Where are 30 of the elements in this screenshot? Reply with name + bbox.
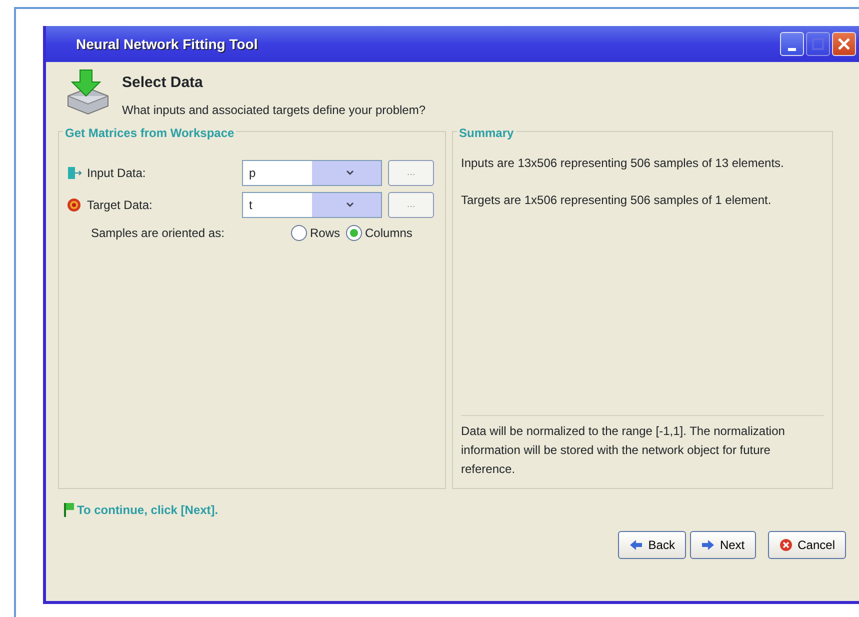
close-icon <box>837 37 851 51</box>
flag-icon <box>64 502 74 516</box>
back-icon <box>629 538 644 552</box>
caret-icon <box>346 202 354 208</box>
cancel-button[interactable]: Cancel <box>768 530 846 558</box>
radio-option[interactable]: Rows <box>291 224 340 242</box>
cancel-icon <box>778 538 793 552</box>
back-button[interactable]: Back <box>618 530 686 558</box>
page-subtitle: What inputs and associated targets define your problem? <box>122 102 426 118</box>
target-icon <box>67 198 81 212</box>
dropdown-field[interactable]: p <box>242 160 382 186</box>
maximize-icon <box>811 37 825 51</box>
minimize-button[interactable] <box>780 32 804 56</box>
field-label: Target Data: <box>87 196 154 214</box>
page-title: Select Data <box>122 73 204 93</box>
close-button[interactable] <box>832 32 856 56</box>
hint-text: To continue, click [Next]. <box>77 502 218 518</box>
window-title: Neural Network Fitting Tool <box>76 34 258 54</box>
caret-icon <box>346 170 354 176</box>
input-icon <box>67 166 83 180</box>
next-button[interactable]: Next <box>690 530 756 558</box>
minimize-icon <box>788 48 796 50</box>
summary-text: Inputs are 13x506 representing 506 samples of 13 elements. <box>461 154 785 172</box>
dropdown-field[interactable]: t <box>242 192 382 218</box>
normalization-note: Data will be normalized to the range [-1,1]. The normalization information will be stored with the network object for future reference. <box>461 414 824 480</box>
field-label: Input Data: <box>87 164 147 182</box>
next-icon <box>700 538 715 552</box>
radio-option[interactable]: Columns <box>346 224 412 242</box>
orientation-label: Samples are oriented as: <box>91 224 226 242</box>
summary-text: Targets are 1x506 representing 506 samples of 1 element. <box>461 192 772 209</box>
